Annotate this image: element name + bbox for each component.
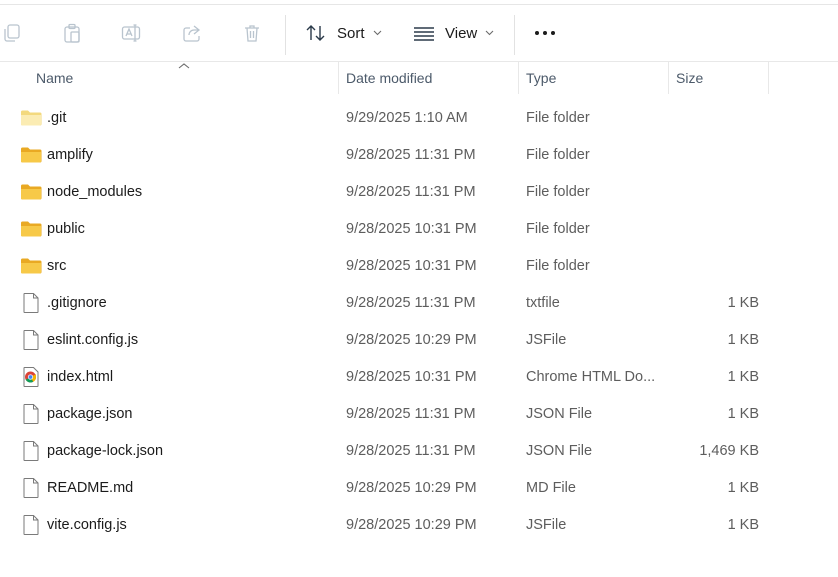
file-row[interactable]: index.html 9/28/2025 10:31 PM Chrome HTML … [0, 359, 838, 396]
file-name: .git [47, 110, 67, 126]
file-type: JSFile [526, 332, 567, 348]
sort-icon [306, 25, 325, 41]
folder-icon [20, 256, 42, 276]
file-size: 1 KB [727, 517, 759, 533]
file-row[interactable]: public 9/28/2025 10:31 PM File folder [0, 211, 838, 248]
file-type: Chrome HTML Do... [526, 369, 656, 385]
delete-icon[interactable] [241, 22, 263, 44]
toolbar-separator [285, 15, 286, 55]
view-label: View [445, 24, 478, 42]
file-row[interactable]: vite.config.js 9/28/2025 10:29 PM JSFile 1 … [0, 507, 838, 544]
file-icon [20, 515, 42, 535]
file-icon [20, 441, 42, 461]
view-button[interactable]: View [413, 19, 494, 47]
file-type: MD File [526, 480, 576, 496]
share-icon[interactable] [181, 22, 203, 44]
folder-hidden-icon [20, 108, 42, 128]
file-size: 1,469 KB [699, 443, 759, 459]
file-size: 1 KB [727, 406, 759, 422]
file-row[interactable]: amplify 9/28/2025 11:31 PM File folder [0, 137, 838, 174]
file-size: 1 KB [727, 332, 759, 348]
paste-icon[interactable] [61, 22, 83, 44]
file-name: node_modules [47, 184, 143, 200]
file-size: 1 KB [727, 369, 759, 385]
file-date-modified: 9/28/2025 11:31 PM [346, 295, 476, 311]
file-type: File folder [526, 258, 590, 274]
file-date-modified: 9/28/2025 11:31 PM [346, 184, 476, 200]
sort-ascending-icon [178, 63, 190, 69]
file-date-modified: 9/28/2025 10:29 PM [346, 332, 477, 348]
column-divider[interactable] [518, 62, 519, 94]
view-icon [414, 27, 434, 41]
file-name: amplify [47, 147, 93, 163]
file-row[interactable]: package.json 9/28/2025 11:31 PM JSON File 1… [0, 396, 838, 433]
file-name: src [47, 258, 67, 274]
file-type: txtfile [526, 295, 560, 311]
file-name: package-lock.json [47, 443, 164, 459]
column-divider[interactable] [338, 62, 339, 94]
file-explorer-window: Sort View Name Date modified Type Size .… [0, 0, 838, 577]
more-icon [535, 31, 555, 35]
file-date-modified: 9/28/2025 10:31 PM [346, 221, 477, 237]
file-name: eslint.config.js [47, 332, 139, 348]
column-header-date-modified[interactable]: Date modified [346, 62, 432, 94]
file-name: index.html [47, 369, 114, 385]
file-name: vite.config.js [47, 517, 127, 533]
chevron-down-icon [373, 30, 381, 36]
file-type: File folder [526, 221, 590, 237]
file-row[interactable]: eslint.config.js 9/28/2025 10:29 PM JSFile… [0, 322, 838, 359]
file-date-modified: 9/28/2025 10:31 PM [346, 258, 477, 274]
file-type: File folder [526, 147, 590, 163]
file-icon [20, 404, 42, 424]
file-row[interactable]: .gitignore 9/28/2025 11:31 PM txtfile 1 KB [0, 285, 838, 322]
column-divider[interactable] [668, 62, 669, 94]
file-date-modified: 9/29/2025 1:10 AM [346, 110, 468, 126]
file-type: JSFile [526, 517, 567, 533]
file-type: File folder [526, 184, 590, 200]
column-header-name[interactable]: Name [36, 62, 73, 94]
file-icon [20, 330, 42, 350]
file-name: public [47, 221, 85, 237]
file-date-modified: 9/28/2025 11:31 PM [346, 443, 476, 459]
file-name: .gitignore [47, 295, 107, 311]
file-size: 1 KB [727, 295, 759, 311]
more-options-button[interactable] [534, 19, 556, 47]
folder-icon [20, 219, 42, 239]
file-row[interactable]: package-lock.json 9/28/2025 11:31 PM JSON … [0, 433, 838, 470]
file-name: README.md [47, 480, 134, 496]
folder-icon [20, 182, 42, 202]
file-type: JSON File [526, 406, 593, 422]
column-divider[interactable] [768, 62, 769, 94]
chrome-html-icon [20, 367, 42, 387]
folder-icon [20, 145, 42, 165]
file-type: File folder [526, 110, 590, 126]
toolbar-separator [514, 15, 515, 55]
column-header: Name Date modified Type Size [0, 62, 838, 94]
rename-icon[interactable] [120, 22, 142, 44]
file-icon [20, 293, 42, 313]
file-row[interactable]: src 9/28/2025 10:31 PM File folder [0, 248, 838, 285]
file-size: 1 KB [727, 480, 759, 496]
file-row[interactable]: .git 9/29/2025 1:10 AM File folder [0, 100, 838, 137]
sort-button[interactable]: Sort [305, 19, 382, 47]
column-header-type[interactable]: Type [526, 62, 556, 94]
file-row[interactable]: node_modules 9/28/2025 11:31 PM File folde… [0, 174, 838, 211]
column-header-size[interactable]: Size [676, 62, 703, 94]
file-date-modified: 9/28/2025 11:31 PM [346, 406, 476, 422]
sort-label: Sort [337, 24, 365, 42]
file-date-modified: 9/28/2025 10:29 PM [346, 517, 477, 533]
file-name: package.json [47, 406, 133, 422]
file-icon [20, 478, 42, 498]
file-row[interactable]: README.md 9/28/2025 10:29 PM MD File 1 KB [0, 470, 838, 507]
file-date-modified: 9/28/2025 10:31 PM [346, 369, 477, 385]
chevron-down-icon [485, 30, 494, 36]
file-date-modified: 9/28/2025 11:31 PM [346, 147, 476, 163]
command-bar: Sort View [0, 5, 838, 61]
copy-icon[interactable] [1, 22, 23, 44]
file-date-modified: 9/28/2025 10:29 PM [346, 480, 477, 496]
file-type: JSON File [526, 443, 593, 459]
